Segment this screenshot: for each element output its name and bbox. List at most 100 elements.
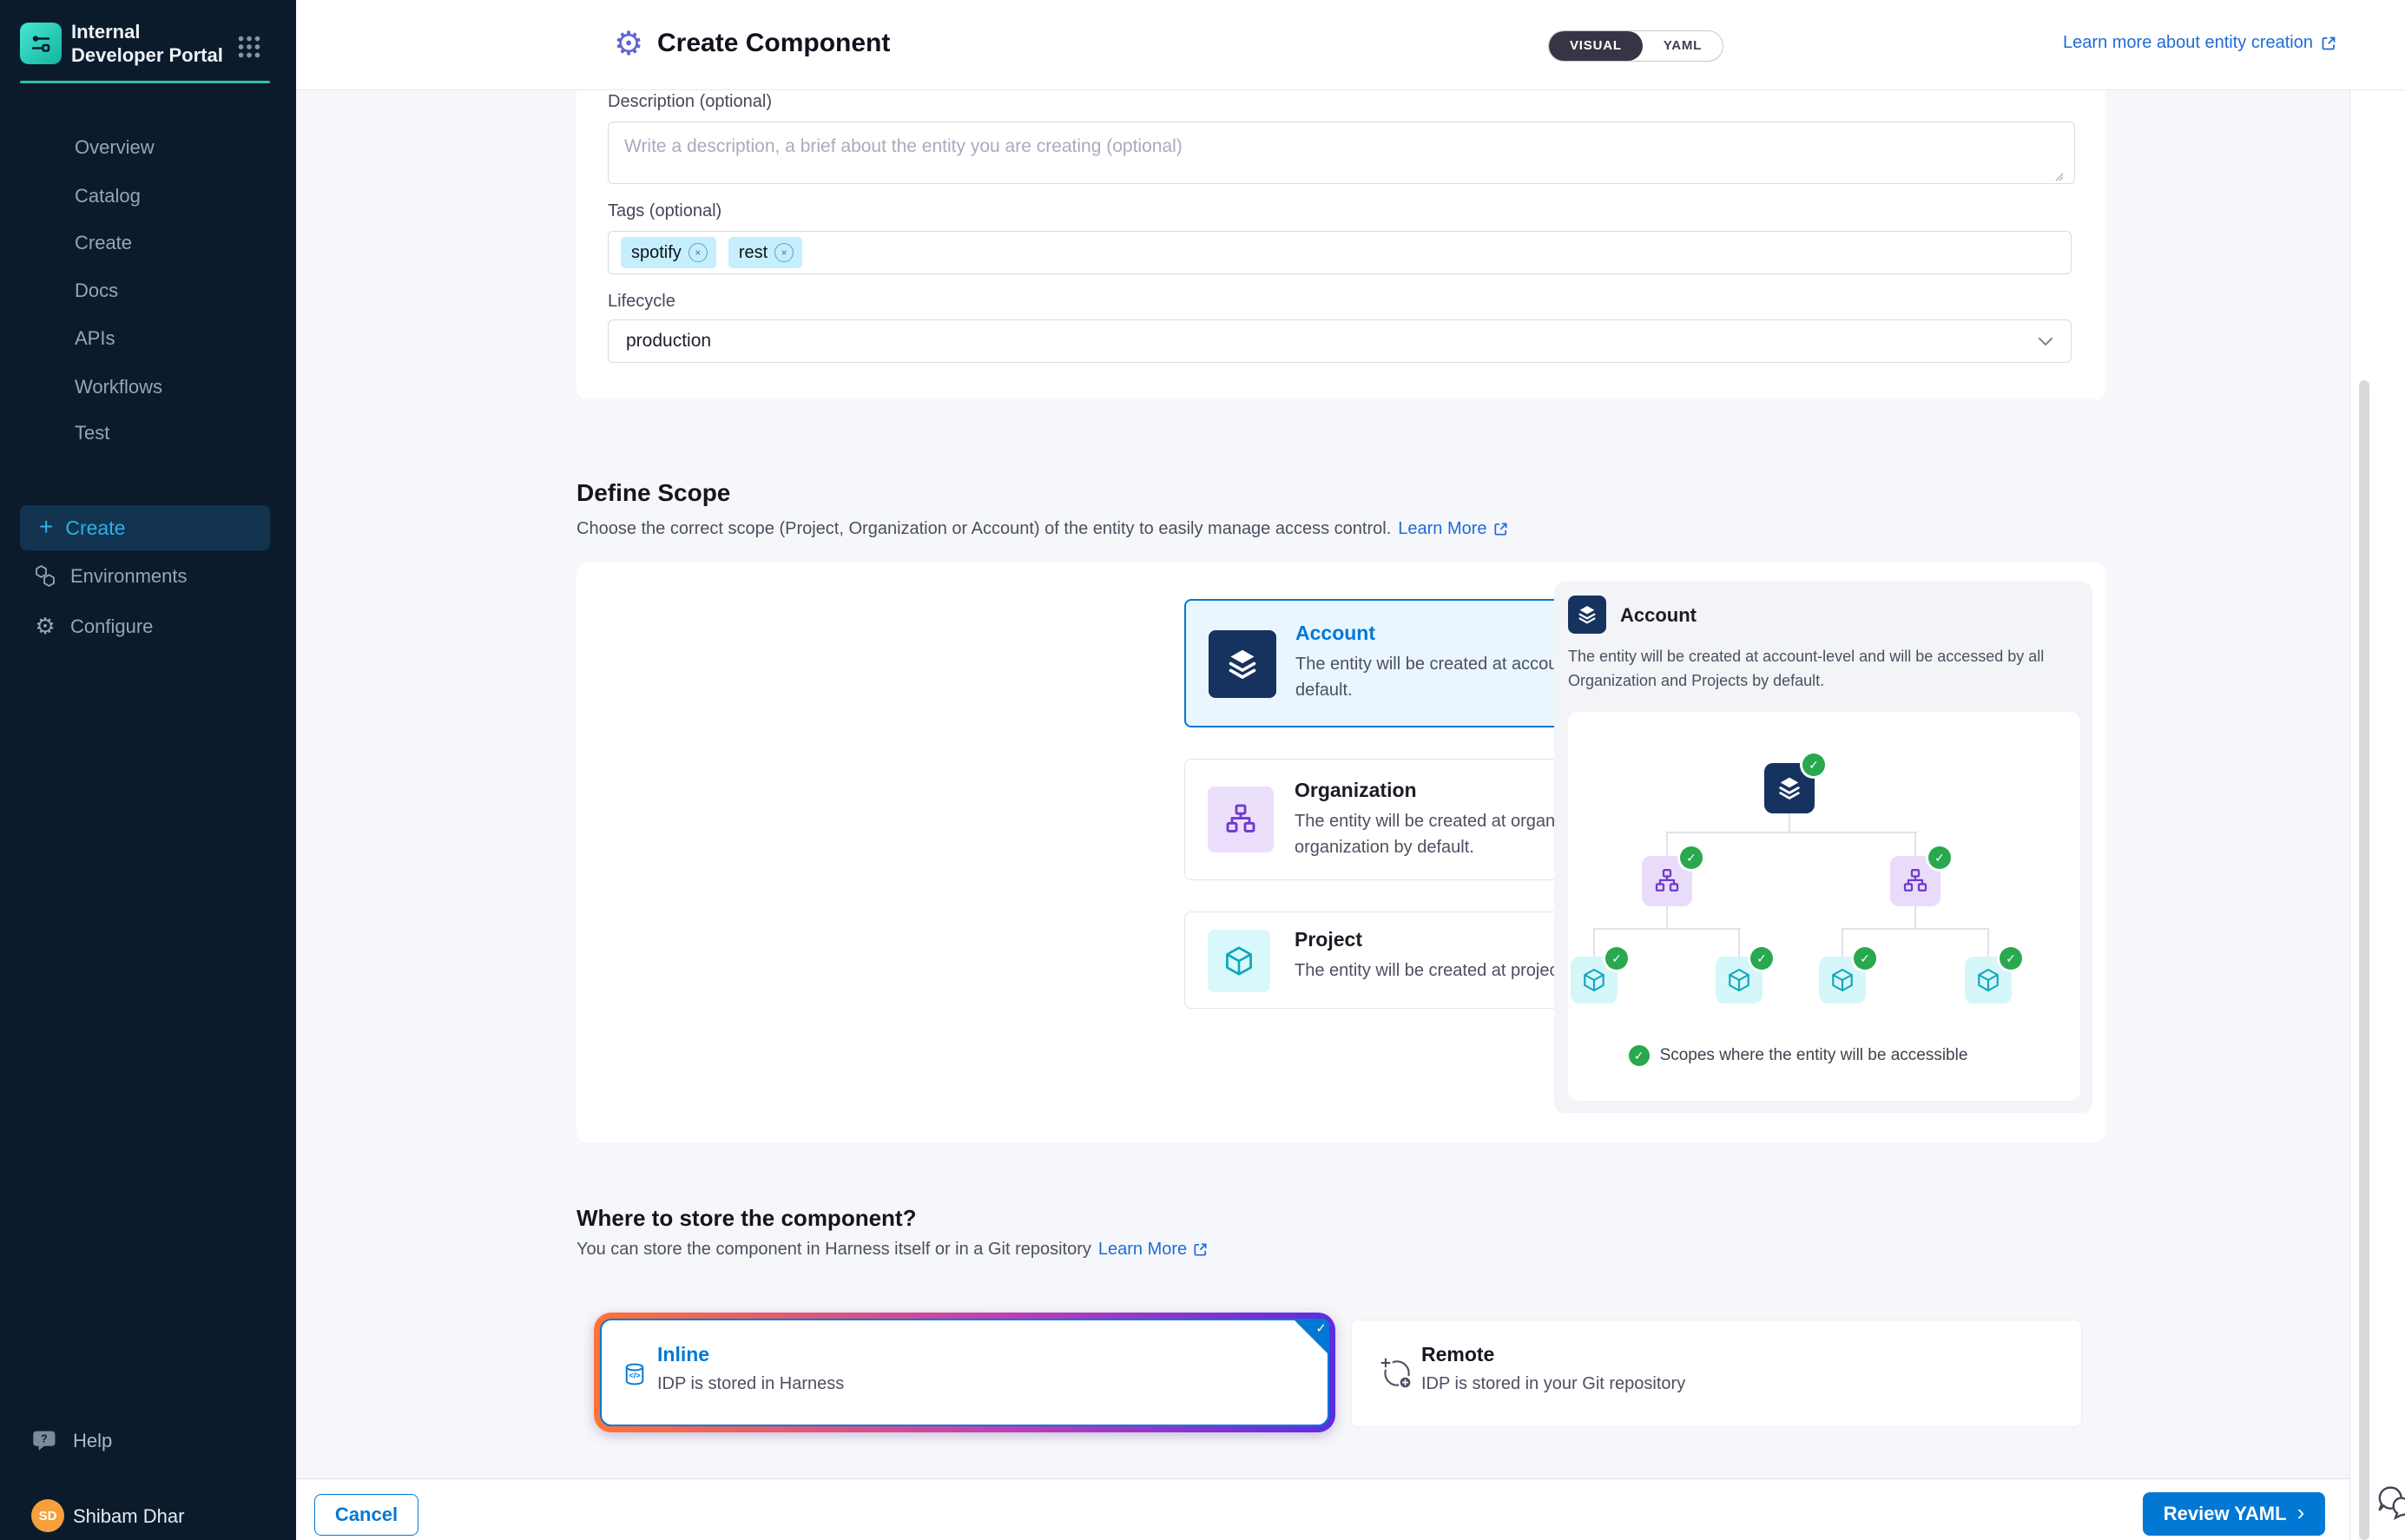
lifecycle-label: Lifecycle [608, 292, 675, 312]
store-option-description: IDP is stored in Harness [657, 1374, 844, 1394]
entity-creation-docs-label: Learn more about entity creation [2063, 33, 2313, 53]
store-option-description: IDP is stored in your Git repository [1421, 1374, 1685, 1394]
chat-support-icon[interactable] [2375, 1481, 2405, 1523]
git-repository-icon [1378, 1355, 1414, 1392]
sidebar-create-label: Create [65, 517, 125, 540]
description-label: Description (optional) [608, 92, 772, 112]
check-icon: ✓ [1605, 947, 1628, 970]
scope-detail-description: The entity will be created at account-le… [1568, 644, 2072, 693]
user-avatar[interactable]: SD [31, 1499, 64, 1532]
tags-input[interactable]: spotify × rest × [608, 231, 2072, 274]
tag-remove-icon[interactable]: × [774, 243, 794, 262]
review-yaml-label: Review YAML [2164, 1503, 2287, 1525]
sidebar-divider [20, 81, 270, 83]
page-header: ⚙ Create Component VISUAL YAML Learn mor… [296, 0, 2405, 90]
plus-icon: + [39, 513, 53, 541]
scope-detail-title: Account [1620, 604, 1697, 627]
app-title: Internal Developer Portal [71, 20, 236, 67]
define-scope-subtitle: Choose the correct scope (Project, Organ… [577, 519, 1509, 539]
diagram-edge [1914, 832, 1916, 857]
define-scope-learn-more-link[interactable]: Learn More [1398, 519, 1508, 539]
store-option-remote[interactable]: Remote IDP is stored in your Git reposit… [1351, 1320, 2082, 1427]
svg-text:</>: </> [629, 1371, 640, 1379]
account-layers-icon [1209, 630, 1276, 698]
diagram-edge [1738, 928, 1740, 957]
sidebar-item-catalog[interactable]: Catalog [75, 182, 141, 210]
sidebar: Internal Developer Portal Overview Catal… [0, 0, 296, 1540]
diagram-edge [1666, 832, 1917, 833]
review-yaml-button[interactable]: Review YAML › [2143, 1492, 2325, 1536]
diagram-edge [1842, 928, 1843, 957]
scope-option-title: Project [1295, 928, 1362, 951]
sidebar-item-help[interactable]: ? Help [31, 1427, 112, 1455]
scope-option-title: Organization [1295, 779, 1417, 802]
external-link-icon [1492, 521, 1509, 537]
description-input[interactable] [608, 122, 2075, 184]
scope-option-title: Account [1295, 622, 1375, 645]
store-subtitle-text: You can store the component in Harness i… [577, 1240, 1091, 1260]
vertical-scrollbar[interactable] [2359, 380, 2369, 1540]
lifecycle-select[interactable]: production [608, 319, 2072, 363]
gear-icon: ⚙ [32, 614, 58, 640]
diagram-edge [1593, 928, 1595, 957]
sidebar-item-configure[interactable]: ⚙ Configure [20, 608, 270, 646]
chevron-down-icon [2038, 337, 2053, 346]
store-learn-more-link[interactable]: Learn More [1098, 1240, 1209, 1260]
check-icon: ✓ [1802, 754, 1825, 776]
project-cube-icon [1208, 930, 1270, 992]
help-chat-icon: ? [31, 1427, 59, 1455]
tag-chip[interactable]: spotify × [621, 237, 716, 268]
scroll-gutter [2349, 0, 2405, 1540]
diagram-edge [1666, 905, 1668, 929]
tab-visual[interactable]: VISUAL [1549, 31, 1643, 61]
chevron-right-icon: › [2297, 1499, 2305, 1526]
check-icon: ✓ [1629, 1045, 1650, 1066]
tab-yaml[interactable]: YAML [1643, 31, 1723, 61]
tag-remove-icon[interactable]: × [689, 243, 708, 262]
account-layers-icon-small [1568, 596, 1606, 634]
create-component-screen: Description (optional) Tags (optional) s… [0, 0, 2405, 1540]
inline-option-highlight-ring: ✓ </> Inline IDP is stored in Harness [594, 1313, 1335, 1432]
harness-idp-logo[interactable] [20, 23, 62, 64]
diagram-caption-text: Scopes where the entity will be accessib… [1660, 1046, 1968, 1065]
store-subtitle: You can store the component in Harness i… [577, 1240, 1209, 1260]
diagram-edge [1666, 832, 1668, 857]
user-name[interactable]: Shibam Dhar [73, 1505, 184, 1528]
sidebar-item-overview[interactable]: Overview [75, 134, 155, 161]
app-switcher-icon[interactable] [234, 32, 264, 62]
store-option-inline[interactable]: ✓ </> Inline IDP is stored in Harness [600, 1319, 1329, 1426]
sidebar-item-apis[interactable]: APIs [75, 325, 115, 352]
sidebar-item-docs[interactable]: Docs [75, 277, 118, 305]
diagram-caption: ✓ Scopes where the entity will be access… [1568, 1045, 2028, 1066]
store-option-title: Remote [1421, 1343, 1494, 1366]
visual-yaml-toggle: VISUAL YAML [1548, 30, 1723, 62]
scope-diagram-card [1568, 712, 2080, 1101]
sidebar-help-label: Help [73, 1430, 112, 1452]
diagram-edge [1914, 905, 1916, 929]
diagram-edge [1789, 813, 1790, 833]
inline-storage-icon: </> [623, 1362, 647, 1386]
define-scope-heading: Define Scope [577, 479, 730, 507]
check-icon: ✓ [1928, 846, 1951, 869]
store-option-title: Inline [657, 1343, 709, 1366]
organization-hierarchy-icon [1208, 786, 1274, 852]
entity-form-card: Description (optional) Tags (optional) s… [577, 90, 2105, 399]
check-icon: ✓ [1680, 846, 1703, 869]
sidebar-item-create[interactable]: Create [75, 229, 132, 257]
diagram-edge [1593, 928, 1741, 930]
page-title: Create Component [657, 29, 890, 58]
entity-creation-docs-link[interactable]: Learn more about entity creation [2063, 33, 2337, 53]
cancel-button[interactable]: Cancel [314, 1494, 418, 1536]
component-gear-icon: ⚙ [614, 24, 643, 63]
tag-chip[interactable]: rest × [728, 237, 802, 268]
store-heading: Where to store the component? [577, 1205, 916, 1232]
sidebar-item-test[interactable]: Test [75, 419, 109, 447]
check-icon: ✓ [1854, 947, 1876, 970]
sidebar-item-create-active[interactable]: + Create [20, 505, 270, 550]
sidebar-item-workflows[interactable]: Workflows [75, 373, 162, 401]
define-scope-subtitle-text: Choose the correct scope (Project, Organ… [577, 519, 1391, 539]
selected-check-icon: ✓ [1293, 1319, 1329, 1355]
sidebar-item-environments[interactable]: Environments [20, 557, 270, 596]
environments-icon [32, 563, 58, 589]
diagram-edge [1842, 928, 1989, 930]
